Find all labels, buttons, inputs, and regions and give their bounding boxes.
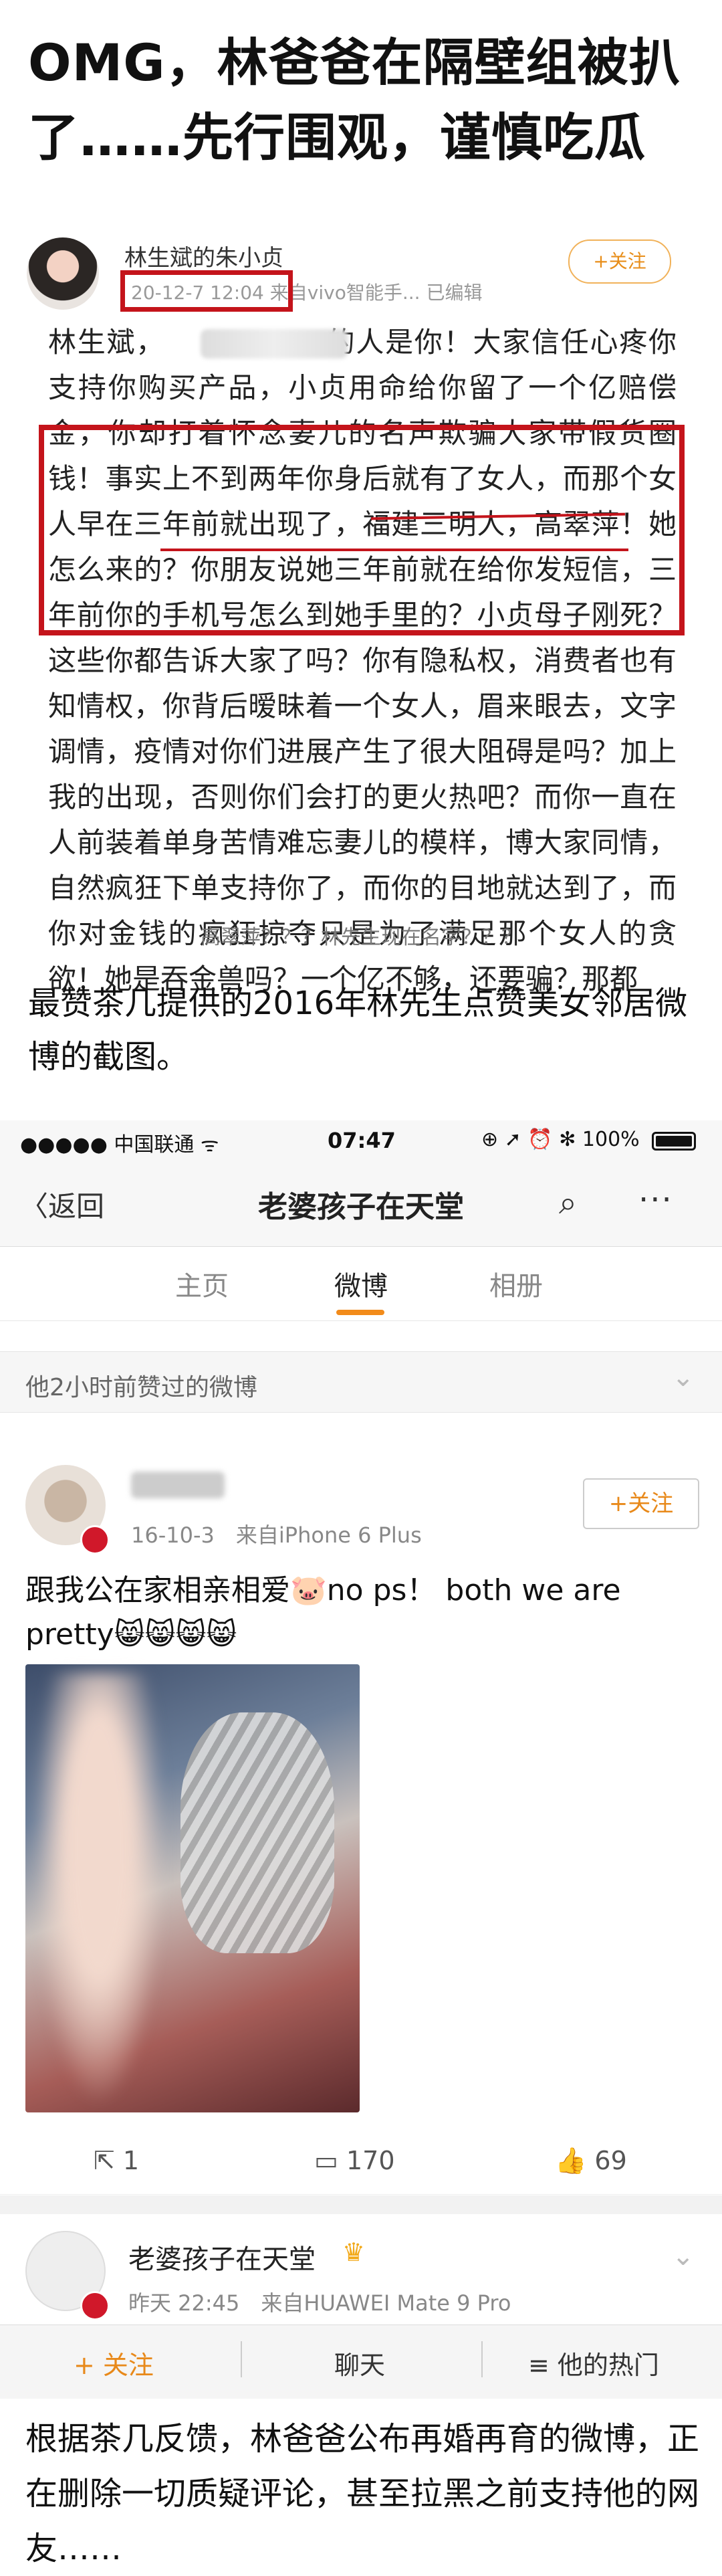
section-label: 他2小时前赞过的微博 [25, 1374, 257, 1401]
date-highlight-box [120, 270, 293, 312]
repost-button[interactable]: ⇱ 1 [94, 2146, 139, 2175]
article-paragraph: 最赞茶几提供的2016年林先生点赞美女邻居微博的截图。 [28, 985, 688, 1076]
carrier-label: ●●●●● 中国联通 ᯤ [20, 1133, 219, 1157]
comment-count: 170 [346, 2146, 395, 2175]
post-meta: 16-10-3 来自iPhone 6 Plus [131, 1522, 422, 1548]
clock: 07:47 [328, 1128, 396, 1153]
search-icon[interactable]: ⌕ [559, 1184, 577, 1222]
chevron-down-icon[interactable]: ⌄ [672, 1362, 695, 1393]
follow-button[interactable]: +关注 [583, 1478, 699, 1529]
author-avatar[interactable] [27, 237, 99, 310]
body-highlight-box [39, 425, 685, 635]
hot-posts-button[interactable]: ≡ 他的热门 [528, 2345, 659, 2381]
post-author-name[interactable]: 老婆孩子在天堂 [128, 2238, 316, 2276]
like-button[interactable]: 👍 69 [555, 2146, 627, 2176]
article-paragraph: 根据茶几反馈，林爸爸公布再婚再育的微博，正在删除一切质疑评论，甚至拉黑之前支持他… [25, 2420, 700, 2567]
divider [481, 2341, 483, 2377]
comment-button[interactable]: ▭ 170 [314, 2146, 395, 2175]
chat-button[interactable]: 聊天 [334, 2345, 385, 2381]
post-text: 跟我公在家相亲相爱🐷no ps！ both we are pretty😸😸😸😸 [25, 1573, 621, 1652]
post-author-name[interactable]: 林生斌的朱小贞 [124, 239, 283, 272]
battery-icon [652, 1132, 696, 1151]
page-title: 老婆孩子在天堂 [258, 1190, 464, 1224]
verified-badge-icon [80, 2291, 110, 2320]
blurred-face [32, 1672, 166, 2107]
tab-weibo[interactable]: 微博 [334, 1264, 388, 1303]
post-edited: 已编辑 [426, 282, 483, 304]
tab-active-indicator [336, 1310, 384, 1315]
verified-badge-icon [80, 1525, 110, 1555]
post-meta: 昨天 22:45 来自HUAWEI Mate 9 Pro [128, 2290, 511, 2316]
thumbs-up-icon: 👍 [555, 2146, 595, 2175]
tab-home[interactable]: 主页 [175, 1264, 229, 1303]
crown-icon: ♛ [342, 2238, 366, 2267]
divider [0, 2195, 722, 2214]
red-underline [160, 549, 628, 551]
blurred-text [201, 329, 348, 359]
repost-icon: ⇱ [94, 2146, 123, 2175]
chevron-down-icon[interactable]: ⌄ [672, 2241, 695, 2272]
tab-album[interactable]: 相册 [489, 1264, 543, 1303]
cat-image [180, 1712, 334, 1953]
follow-button[interactable]: +关注 [568, 239, 671, 284]
post-body: 林生斌， 的人是你！大家信任心疼你支持你购买产品，小贞用命给你留了一个亿赔偿金，… [48, 326, 677, 995]
follow-bottom-button[interactable]: + 关注 [74, 2345, 154, 2381]
like-count: 69 [594, 2146, 627, 2175]
divider [241, 2341, 242, 2377]
comment-icon: ▭ [314, 2146, 346, 2175]
more-icon[interactable]: ··· [638, 1181, 673, 1219]
repost-count: 1 [122, 2146, 140, 2175]
post-caption: 高翠萍？？？林先生现在名字？？？ [201, 926, 521, 949]
article-headline: OMG，林爸爸在隔壁组被扒了……先行围观，谨慎吃瓜 [28, 33, 681, 167]
blurred-username[interactable] [131, 1472, 225, 1498]
status-icons: ⊕ ➚ ⏰ ✻ 100% [481, 1128, 640, 1151]
